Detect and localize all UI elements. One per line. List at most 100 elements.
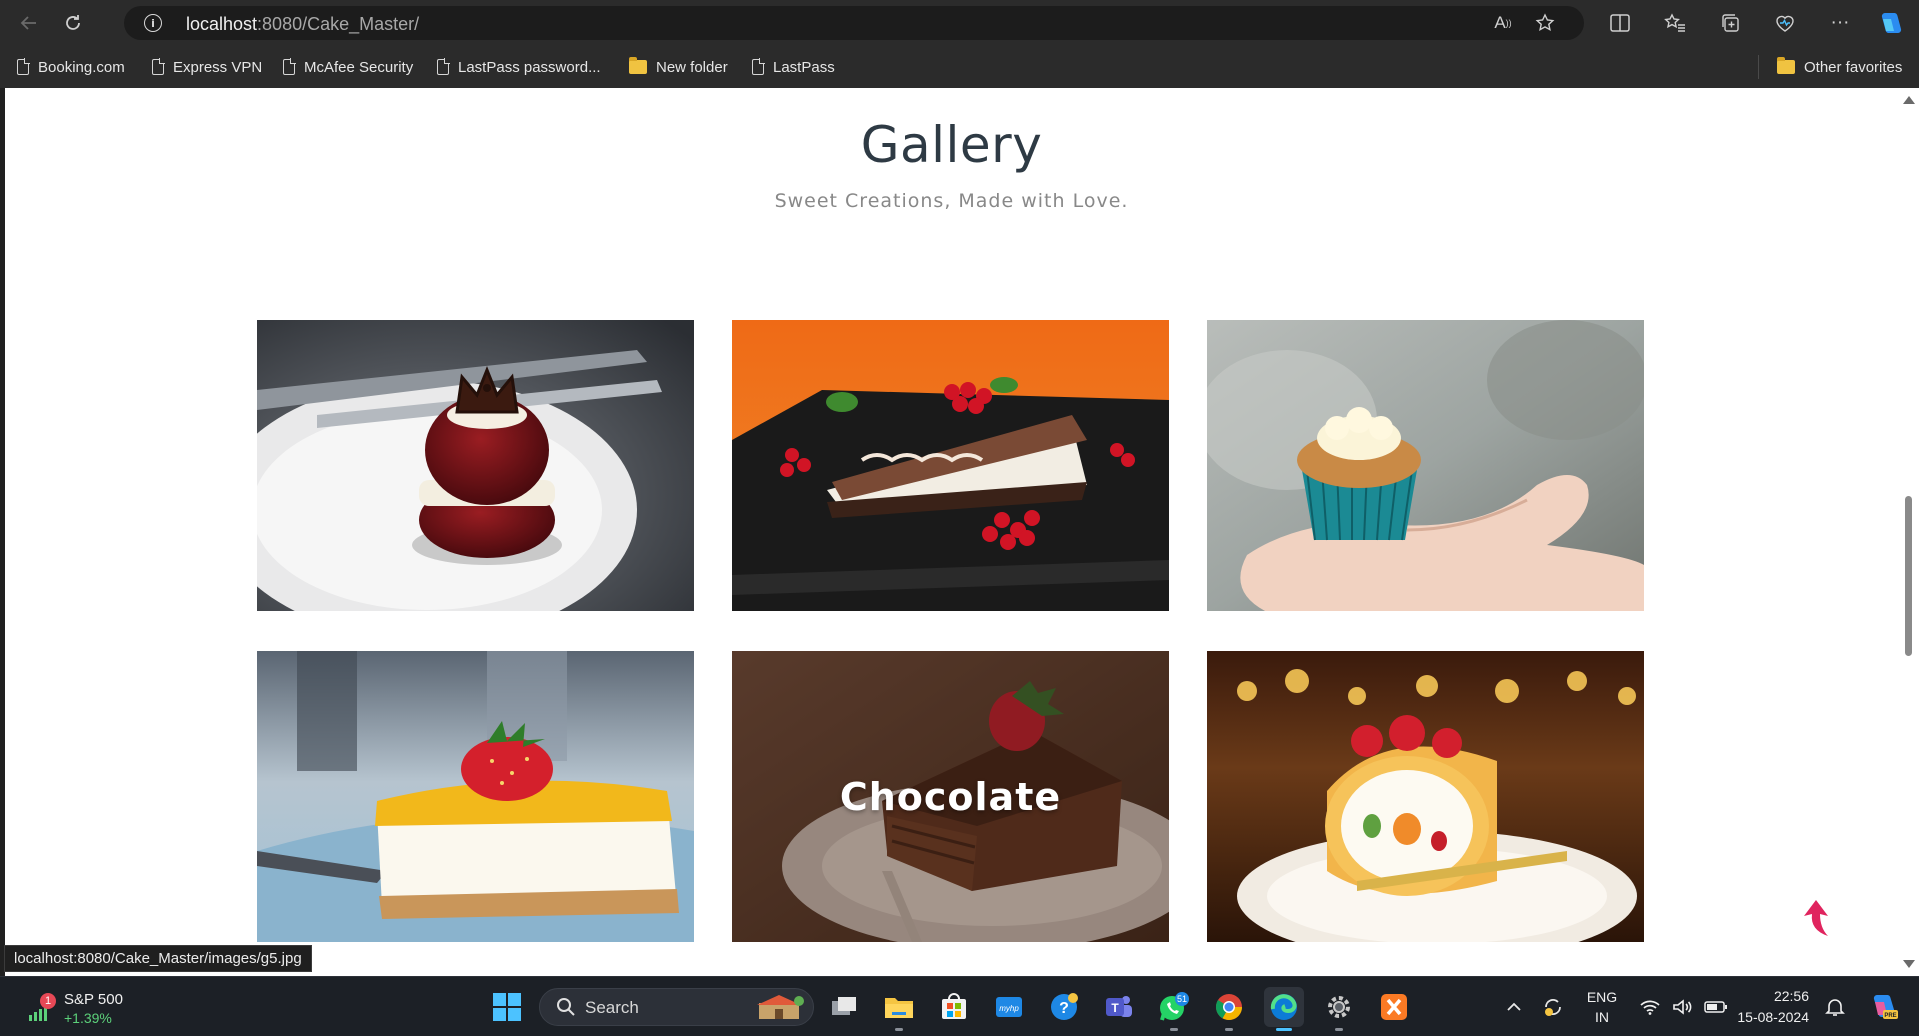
favorites-bar: Booking.com Express VPN McAfee Security … (0, 46, 1919, 88)
region-code: IN (1595, 1009, 1609, 1025)
show-hidden-icons[interactable] (1500, 977, 1528, 1036)
svg-text:myhp: myhp (999, 1004, 1019, 1013)
vertical-scrollbar[interactable] (1898, 88, 1919, 976)
store-icon (942, 993, 966, 1019)
sync-icon (1545, 999, 1561, 1016)
more-options-icon[interactable]: ··· (1824, 8, 1856, 38)
gallery-image-berry-cheesecake[interactable] (732, 320, 1169, 611)
quick-settings[interactable] (1636, 977, 1732, 1036)
browser-essentials-icon[interactable] (1769, 8, 1801, 38)
taskbar-xampp[interactable] (1374, 987, 1414, 1027)
taskbar-file-explorer[interactable] (879, 987, 919, 1031)
windows-logo-icon (493, 993, 521, 1021)
gallery-image-red-velvet[interactable] (257, 320, 694, 611)
gallery-caption: Chocolate (839, 774, 1062, 819)
clock-time: 22:56 (1773, 988, 1809, 1004)
copilot-pre-icon: PRE (1873, 995, 1898, 1019)
bookmark-express-vpn[interactable]: Express VPN (152, 56, 262, 78)
taskbar-settings[interactable] (1319, 987, 1359, 1031)
bookmark-label: LastPass password... (458, 58, 601, 76)
bookmark-lastpass-password[interactable]: LastPass password... (437, 56, 601, 78)
svg-text:PRE: PRE (1884, 1013, 1896, 1019)
gallery-subtitle: Sweet Creations, Made with Love. (774, 190, 1129, 212)
gallery-image-swiss-roll[interactable] (1207, 651, 1644, 942)
svg-text:?: ? (1059, 1000, 1069, 1017)
search-highlight-icon (757, 995, 804, 1019)
address-bar[interactable]: i localhost:8080/Cake_Master/ A)) (124, 6, 1584, 40)
language-indicator[interactable]: ENG IN (1582, 987, 1622, 1027)
taskbar-chrome[interactable] (1209, 987, 1249, 1031)
taskbar-search[interactable]: Search (539, 988, 814, 1026)
xampp-icon (1381, 994, 1407, 1020)
copilot-icon[interactable] (1874, 8, 1906, 38)
search-label: Search (585, 998, 639, 1017)
browser-toolbar: i localhost:8080/Cake_Master/ A)) ··· (0, 0, 1919, 46)
favorites-divider (1758, 55, 1759, 79)
bookmark-label: McAfee Security (304, 58, 414, 76)
taskbar-hp-support[interactable]: ? (1044, 987, 1084, 1027)
gallery-caption-overlay: Chocolate (732, 651, 1169, 942)
refresh-button[interactable] (56, 8, 90, 38)
gear-icon (1328, 996, 1350, 1018)
bookmark-new-folder[interactable]: New folder (629, 56, 728, 78)
gallery-image-chocolate[interactable]: Chocolate (732, 651, 1169, 942)
task-view-button[interactable] (824, 987, 864, 1027)
taskbar-microsoft-store[interactable] (934, 987, 974, 1027)
bookmark-label: Express VPN (173, 58, 263, 76)
taskbar-teams[interactable]: T (1099, 987, 1139, 1027)
stock-widget[interactable]: 1 S&P 500 +1.39% (22, 989, 142, 1029)
svg-text:T: T (1111, 1001, 1119, 1015)
scrollbar-thumb[interactable] (1905, 496, 1912, 656)
running-indicator (1225, 1028, 1233, 1031)
bookmark-booking[interactable]: Booking.com (17, 56, 125, 78)
system-clock[interactable]: 22:56 15-08-2024 (1733, 986, 1809, 1028)
page-icon (152, 58, 165, 75)
bookmark-mcafee[interactable]: McAfee Security (283, 56, 413, 78)
gallery-image-cupcake[interactable] (1207, 320, 1644, 611)
scroll-up-arrow-icon[interactable] (1903, 96, 1915, 104)
running-indicator (1170, 1028, 1178, 1031)
page-icon (437, 58, 450, 75)
start-button[interactable] (487, 987, 527, 1027)
sync-status[interactable] (1538, 977, 1568, 1036)
back-to-top-button[interactable] (1802, 898, 1830, 938)
taskbar-myhp[interactable]: myhp (989, 987, 1029, 1027)
bookmark-label: Booking.com (38, 58, 125, 76)
taskbar-whatsapp[interactable]: 51 (1154, 987, 1194, 1031)
read-aloud-icon[interactable]: A)) (1490, 12, 1516, 34)
scroll-down-arrow-icon[interactable] (1903, 960, 1915, 968)
favorite-star-icon[interactable] (1532, 12, 1558, 34)
back-button[interactable] (12, 8, 46, 38)
task-view-icon (832, 997, 856, 1015)
bookmark-label: LastPass (773, 58, 835, 76)
edge-icon (1270, 994, 1297, 1020)
page-icon (752, 58, 765, 75)
gallery-image-strawberry-cheesecake[interactable] (257, 651, 694, 942)
site-info-icon[interactable]: i (144, 14, 162, 32)
file-explorer-icon (885, 998, 913, 1018)
bookmark-lastpass[interactable]: LastPass (752, 56, 835, 78)
page-icon (283, 58, 296, 75)
running-indicator (895, 1028, 903, 1031)
status-url-tooltip: localhost:8080/Cake_Master/images/g5.jpg (4, 945, 312, 972)
myhp-icon: myhp (996, 997, 1022, 1017)
help-icon: ? (1051, 993, 1078, 1020)
running-indicator (1276, 1028, 1292, 1031)
stock-change: +1.39% (64, 1010, 112, 1026)
split-screen-icon[interactable] (1604, 8, 1636, 38)
gallery-title: Gallery (860, 116, 1043, 174)
chrome-icon (1215, 994, 1243, 1021)
bell-icon (1825, 999, 1845, 1016)
whatsapp-badge: 51 (1177, 994, 1187, 1004)
other-favorites[interactable]: Other favorites (1777, 56, 1902, 78)
taskbar-copilot[interactable]: PRE (1866, 977, 1902, 1036)
collections-icon[interactable] (1714, 8, 1746, 38)
chevron-up-icon (1507, 1002, 1521, 1011)
taskbar-edge[interactable] (1264, 987, 1304, 1031)
notifications-button[interactable] (1820, 977, 1850, 1036)
favorites-icon[interactable] (1659, 8, 1691, 38)
other-favorites-label: Other favorites (1804, 58, 1903, 76)
teams-icon: T (1106, 996, 1132, 1017)
arrow-up-icon (1804, 900, 1828, 936)
page-icon (17, 58, 30, 75)
